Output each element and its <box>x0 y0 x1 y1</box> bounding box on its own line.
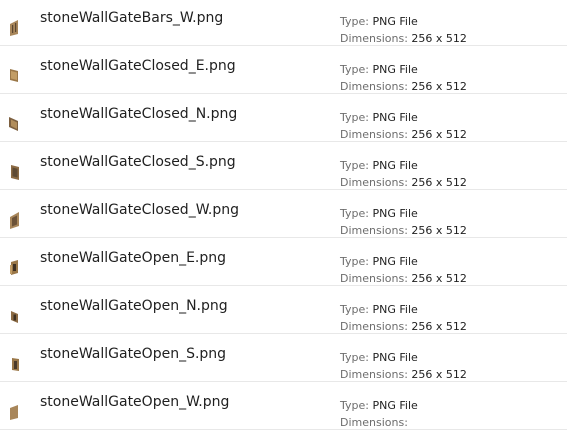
file-type: Type: PNG File <box>340 303 418 316</box>
file-name[interactable]: stoneWallGateOpen_E.png <box>40 250 226 266</box>
file-name[interactable]: stoneWallGateClosed_S.png <box>40 154 236 170</box>
file-name[interactable]: stoneWallGateBars_W.png <box>40 10 223 26</box>
file-name[interactable]: stoneWallGateOpen_S.png <box>40 346 226 362</box>
file-type: Type: PNG File <box>340 351 418 364</box>
open-w-thumbnail-icon <box>6 398 24 422</box>
closed-w-thumbnail-icon <box>6 206 24 230</box>
file-dimensions: Dimensions: 256 x 512 <box>340 176 467 189</box>
file-dimensions: Dimensions: 256 x 512 <box>340 224 467 237</box>
file-type: Type: PNG File <box>340 63 418 76</box>
file-dimensions: Dimensions: <box>340 416 408 429</box>
file-list: stoneWallGateBars_W.png Type: PNG File D… <box>0 0 567 430</box>
file-dimensions: Dimensions: 256 x 512 <box>340 128 467 141</box>
file-dimensions: Dimensions: 256 x 512 <box>340 272 467 285</box>
file-dimensions: Dimensions: 256 x 512 <box>340 80 467 93</box>
open-e-thumbnail-icon <box>6 254 24 278</box>
file-type: Type: PNG File <box>340 159 418 172</box>
file-row[interactable]: stoneWallGateOpen_W.png Type: PNG File D… <box>0 382 567 430</box>
open-s-thumbnail-icon <box>6 350 24 374</box>
file-row[interactable]: stoneWallGateOpen_E.png Type: PNG File D… <box>0 238 567 286</box>
closed-n-thumbnail-icon <box>6 110 24 134</box>
file-name[interactable]: stoneWallGateOpen_W.png <box>40 394 229 410</box>
file-row[interactable]: stoneWallGateClosed_W.png Type: PNG File… <box>0 190 567 238</box>
file-name[interactable]: stoneWallGateClosed_W.png <box>40 202 239 218</box>
file-row[interactable]: stoneWallGateBars_W.png Type: PNG File D… <box>0 0 567 46</box>
closed-e-thumbnail-icon <box>6 62 24 86</box>
file-dimensions: Dimensions: 256 x 512 <box>340 368 467 381</box>
file-row[interactable]: stoneWallGateOpen_S.png Type: PNG File D… <box>0 334 567 382</box>
file-dimensions: Dimensions: 256 x 512 <box>340 32 467 45</box>
file-dimensions: Dimensions: 256 x 512 <box>340 320 467 333</box>
file-type: Type: PNG File <box>340 207 418 220</box>
file-type: Type: PNG File <box>340 399 418 412</box>
file-type: Type: PNG File <box>340 255 418 268</box>
open-n-thumbnail-icon <box>6 302 24 326</box>
file-name[interactable]: stoneWallGateClosed_N.png <box>40 106 237 122</box>
file-name[interactable]: stoneWallGateClosed_E.png <box>40 58 236 74</box>
file-row[interactable]: stoneWallGateClosed_N.png Type: PNG File… <box>0 94 567 142</box>
file-row[interactable]: stoneWallGateOpen_N.png Type: PNG File D… <box>0 286 567 334</box>
bars-w-thumbnail-icon <box>6 14 24 38</box>
file-name[interactable]: stoneWallGateOpen_N.png <box>40 298 228 314</box>
file-type: Type: PNG File <box>340 15 418 28</box>
file-type: Type: PNG File <box>340 111 418 124</box>
file-row[interactable]: stoneWallGateClosed_E.png Type: PNG File… <box>0 46 567 94</box>
closed-s-thumbnail-icon <box>6 158 24 182</box>
file-row[interactable]: stoneWallGateClosed_S.png Type: PNG File… <box>0 142 567 190</box>
